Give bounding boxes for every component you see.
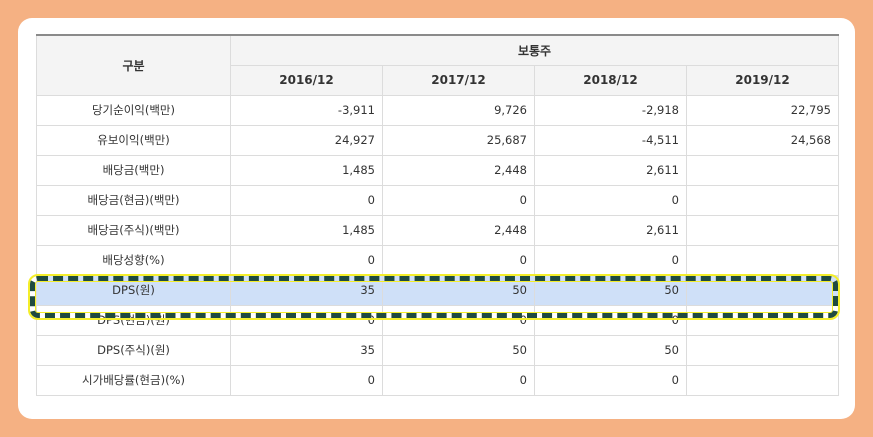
table-cell: 1,485 (230, 154, 383, 186)
table-cell: 50 (534, 334, 687, 366)
dividend-table: 구분 보통주 2016/12 2017/12 2018/12 2019/12 당… (36, 34, 839, 396)
table-cell: 0 (382, 364, 535, 396)
year-header: 2016/12 (230, 64, 383, 96)
table-cell (686, 244, 839, 276)
table-cell: 0 (382, 244, 535, 276)
row-label: 시가배당률(현금)(%) (36, 364, 231, 396)
table-cell: 24,927 (230, 124, 383, 156)
table-cell: 0 (230, 244, 383, 276)
row-label: 유보이익(백만) (36, 124, 231, 156)
table-cell (686, 214, 839, 246)
table-cell: 25,687 (382, 124, 535, 156)
table-cell: 24,568 (686, 124, 839, 156)
table-cell: 35 (230, 334, 383, 366)
table-cell: 0 (534, 364, 687, 396)
table-cell (686, 154, 839, 186)
common-stock-header: 보통주 (230, 34, 839, 66)
table-cell: 1,485 (230, 214, 383, 246)
table-cell: -4,511 (534, 124, 687, 156)
table-cell (686, 334, 839, 366)
table-row: 시가배당률(현금)(%) 0 0 0 (36, 364, 839, 396)
table-row: DPS(주식)(원) 35 50 50 (36, 334, 839, 366)
table-cell: 0 (382, 184, 535, 216)
row-label: 배당성향(%) (36, 244, 231, 276)
table-cell: 50 (382, 334, 535, 366)
year-header: 2019/12 (686, 64, 839, 96)
row-label: 배당금(주식)(백만) (36, 214, 231, 246)
row-label: 배당금(현금)(백만) (36, 184, 231, 216)
table-cell: -2,918 (534, 94, 687, 126)
table-cell: 0 (230, 184, 383, 216)
table-cell: 2,611 (534, 214, 687, 246)
table-cell: -3,911 (230, 94, 383, 126)
year-header: 2017/12 (382, 64, 535, 96)
highlight-annotation (28, 274, 840, 320)
table-cell (686, 364, 839, 396)
table-cell: 2,448 (382, 154, 535, 186)
table-cell: 0 (230, 364, 383, 396)
table-row: 배당금(현금)(백만) 0 0 0 (36, 184, 839, 216)
outer-frame: 구분 보통주 2016/12 2017/12 2018/12 2019/12 당… (0, 0, 873, 437)
year-header: 2018/12 (534, 64, 687, 96)
table-row: 배당성향(%) 0 0 0 (36, 244, 839, 276)
table-row: 배당금(백만) 1,485 2,448 2,611 (36, 154, 839, 186)
category-header: 구분 (36, 34, 231, 96)
table-cell: 2,611 (534, 154, 687, 186)
table-cell: 22,795 (686, 94, 839, 126)
table-row: 유보이익(백만) 24,927 25,687 -4,511 24,568 (36, 124, 839, 156)
table-cell: 9,726 (382, 94, 535, 126)
header-row-group: 구분 보통주 (36, 34, 839, 96)
table-row: 배당금(주식)(백만) 1,485 2,448 2,611 (36, 214, 839, 246)
row-label: DPS(주식)(원) (36, 334, 231, 366)
row-label: 배당금(백만) (36, 154, 231, 186)
table-cell: 0 (534, 244, 687, 276)
table-cell: 2,448 (382, 214, 535, 246)
table-cell: 0 (534, 184, 687, 216)
table-row: 당기순이익(백만) -3,911 9,726 -2,918 22,795 (36, 94, 839, 126)
row-label: 당기순이익(백만) (36, 94, 231, 126)
table-cell (686, 184, 839, 216)
content-panel: 구분 보통주 2016/12 2017/12 2018/12 2019/12 당… (18, 18, 855, 419)
